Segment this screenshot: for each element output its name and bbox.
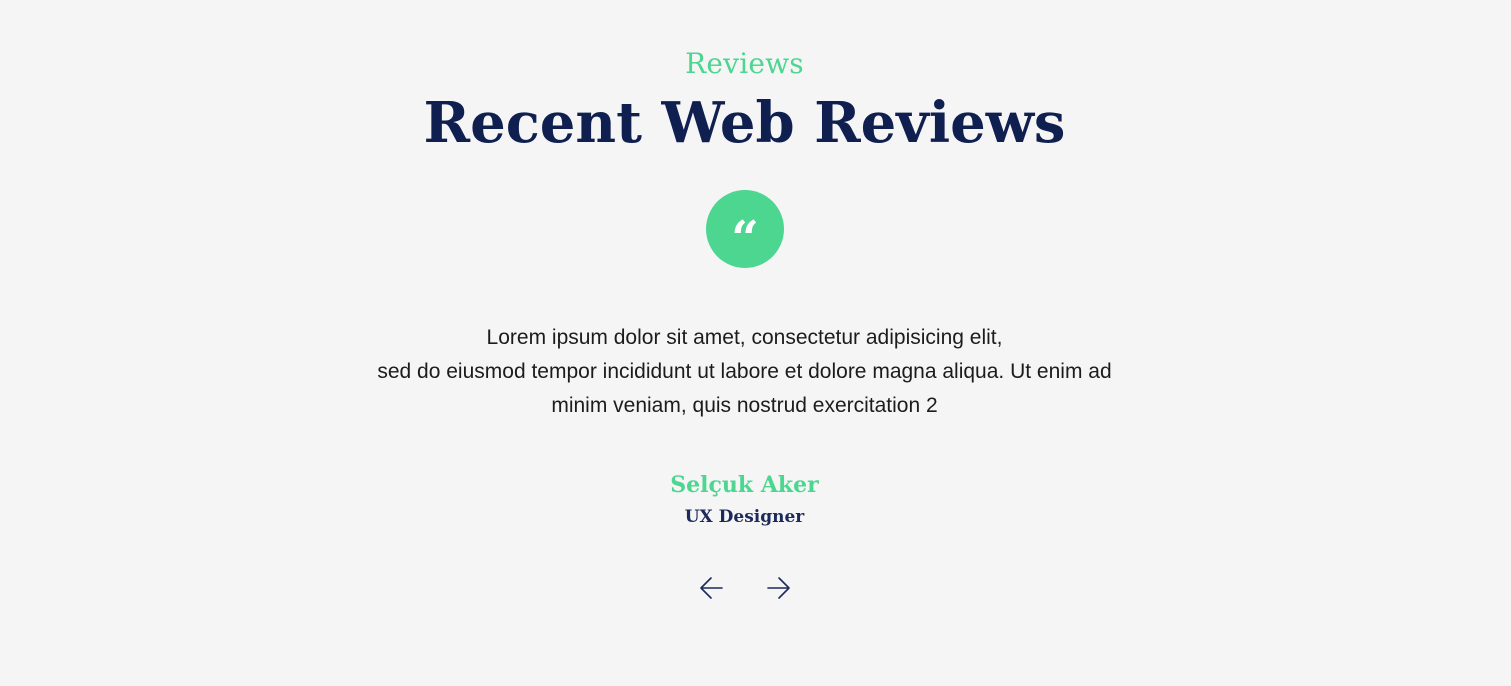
next-review-button[interactable] <box>764 574 792 602</box>
quote-icon: “ <box>706 190 784 268</box>
section-title: Recent Web Reviews <box>423 90 1066 156</box>
review-line: minim veniam, quis nostrud exercitation … <box>551 394 938 417</box>
reviews-section: Reviews Recent Web Reviews “ Lorem ipsum… <box>0 0 1511 686</box>
review-line: Lorem ipsum dolor sit amet, consectetur … <box>486 326 1003 349</box>
prev-review-button[interactable] <box>698 574 726 602</box>
reviewer-name: Selçuk Aker <box>670 472 819 498</box>
review-line: sed do eiusmod tempor incididunt ut labo… <box>377 360 1112 383</box>
review-text: Lorem ipsum dolor sit amet, consectetur … <box>330 321 1159 423</box>
arrow-left-icon <box>700 577 723 599</box>
reviewer-role: UX Designer <box>684 507 805 527</box>
section-kicker: Reviews <box>685 47 804 80</box>
arrow-right-icon <box>767 577 790 599</box>
quote-glyph: “ <box>731 211 759 267</box>
